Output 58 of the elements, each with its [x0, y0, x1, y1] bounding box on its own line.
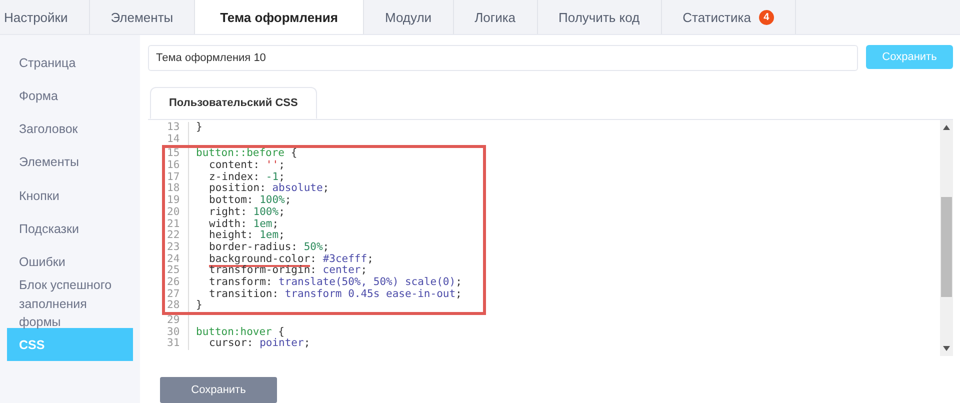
sidebar-item[interactable]: Элементы [0, 146, 140, 180]
code-line: height: 1em; [208, 230, 285, 242]
line-number: 29 [165, 315, 189, 327]
sidebar-item[interactable]: Блок успешного заполнения формы [0, 279, 140, 328]
scroll-down-icon[interactable] [943, 346, 950, 351]
code-line: button::before { [196, 148, 298, 160]
line-number: 20 [165, 206, 189, 218]
line-number: 26 [165, 276, 189, 289]
code-line: right: 100%; [208, 206, 285, 218]
line-number: 24 [165, 254, 189, 266]
code-line: button:hover { [196, 326, 285, 338]
code-line: background-color: #3cefff; [208, 254, 374, 266]
save-button[interactable]: Сохранить [160, 377, 277, 403]
scrollbar[interactable] [940, 120, 953, 356]
line-number: 15 [165, 148, 189, 160]
sidebar-item[interactable]: Кнопки [0, 179, 140, 212]
code-line: border-radius: 50%; [208, 242, 330, 254]
sidebar-item[interactable]: Ошибки [0, 246, 140, 280]
code-line: position: absolute; [208, 183, 330, 195]
code-line: } [196, 122, 202, 134]
count-badge: 4 [758, 10, 774, 24]
line-number: 27 [165, 288, 189, 300]
code-line: width: 1em; [208, 218, 279, 230]
tab[interactable]: Получить код [538, 0, 662, 34]
line-number: 21 [165, 218, 189, 230]
code-line: transform-origin: center; [208, 265, 368, 277]
line-number: 19 [165, 195, 189, 207]
tab[interactable]: Модули [364, 0, 454, 34]
code-line: transform: translate(50%, 50%) scale(0); [208, 276, 462, 289]
line-number: 23 [165, 242, 189, 254]
sidebar-item[interactable]: Форма [0, 79, 140, 113]
sidebar-item[interactable]: Заголовок [0, 112, 140, 146]
line-number: 17 [165, 172, 189, 184]
sidebar-item[interactable]: Страница [0, 46, 140, 80]
line-number: 18 [165, 183, 189, 196]
code-editor[interactable] [160, 120, 953, 356]
theme-name-field[interactable]: Тема оформления 10 [148, 45, 858, 71]
scroll-up-icon[interactable] [943, 125, 950, 130]
sidebar-item[interactable]: Подсказки [0, 212, 140, 246]
line-number: 22 [165, 230, 189, 242]
tab[interactable]: Логика [454, 0, 538, 34]
line-number: 30 [165, 326, 189, 338]
tab[interactable]: Статистика 4 [662, 0, 796, 34]
line-number: 28 [165, 300, 189, 312]
editor-tab[interactable]: Пользовательский CSS [150, 87, 317, 119]
line-number: 14 [165, 134, 189, 146]
line-number: 13 [165, 122, 189, 134]
code-line: z-index: -1; [208, 172, 285, 183]
code-line: bottom: 100%; [208, 195, 292, 207]
tab[interactable]: Настройки [0, 0, 90, 34]
code-line: } [196, 300, 202, 312]
line-number: 25 [165, 265, 189, 277]
code-line: content: ''; [208, 160, 285, 172]
line-number: 31 [165, 338, 189, 350]
line-number: 16 [165, 160, 189, 172]
code-line: transition: transform 0.45s ease-in-out; [208, 288, 462, 300]
code-line: cursor: pointer; [208, 338, 310, 350]
tab[interactable]: Тема оформления [195, 0, 364, 34]
